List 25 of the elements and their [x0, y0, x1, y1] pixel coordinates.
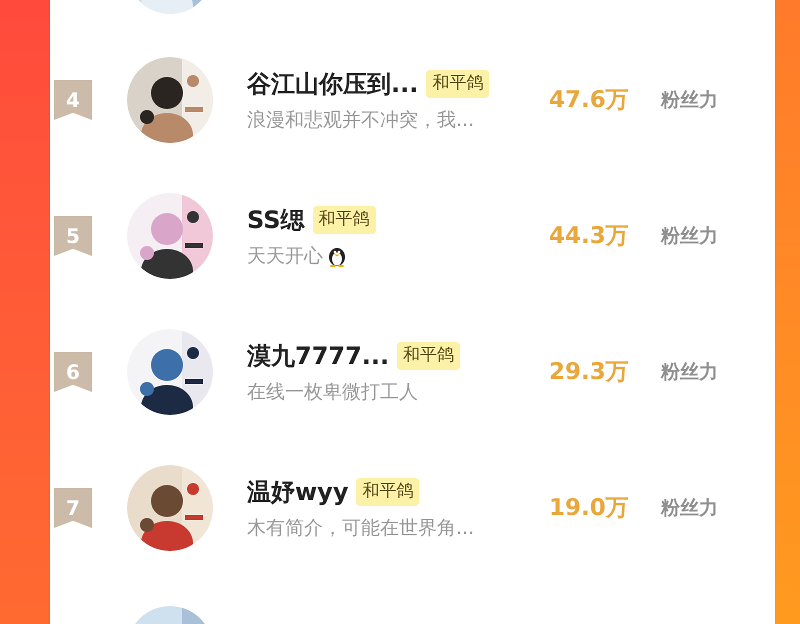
rank-badge: 5 [54, 216, 92, 256]
fan-label: 粉丝力 [661, 360, 718, 385]
fan-label: 粉丝力 [661, 224, 718, 249]
user-bio: 在线一枚卑微打工人 [247, 380, 418, 405]
user-name[interactable]: 温妤wyy [247, 474, 348, 510]
penguin-icon [327, 245, 347, 267]
rank-badge: 6 [54, 352, 92, 392]
fan-label: 粉丝力 [661, 496, 718, 521]
fan-label: 粉丝力 [661, 88, 718, 113]
rank-badge: 4 [54, 80, 92, 120]
user-bio: 木有简介，可能在世界角... [247, 516, 474, 541]
user-bio: 天天开心 [247, 244, 323, 269]
fan-count: 19.0万 [549, 494, 630, 523]
user-bio: 浪漫和悲观并不冲突，我... [247, 108, 474, 133]
tag: 和平鸽 [312, 206, 376, 234]
fan-count: 44.3万 [549, 222, 630, 251]
fan-count: 47.6万 [549, 86, 630, 115]
fan-count: 29.3万 [549, 358, 630, 387]
tag: 和平鸽 [397, 342, 460, 370]
tag: 和平鸽 [426, 70, 490, 98]
rank-badge: 7 [54, 488, 92, 528]
user-name[interactable]: 谷江山你压到... [247, 66, 418, 102]
user-name[interactable]: SS缌 [247, 202, 304, 238]
user-name[interactable]: 漠九7777... [247, 338, 390, 374]
tag: 和平鸽 [356, 478, 420, 506]
